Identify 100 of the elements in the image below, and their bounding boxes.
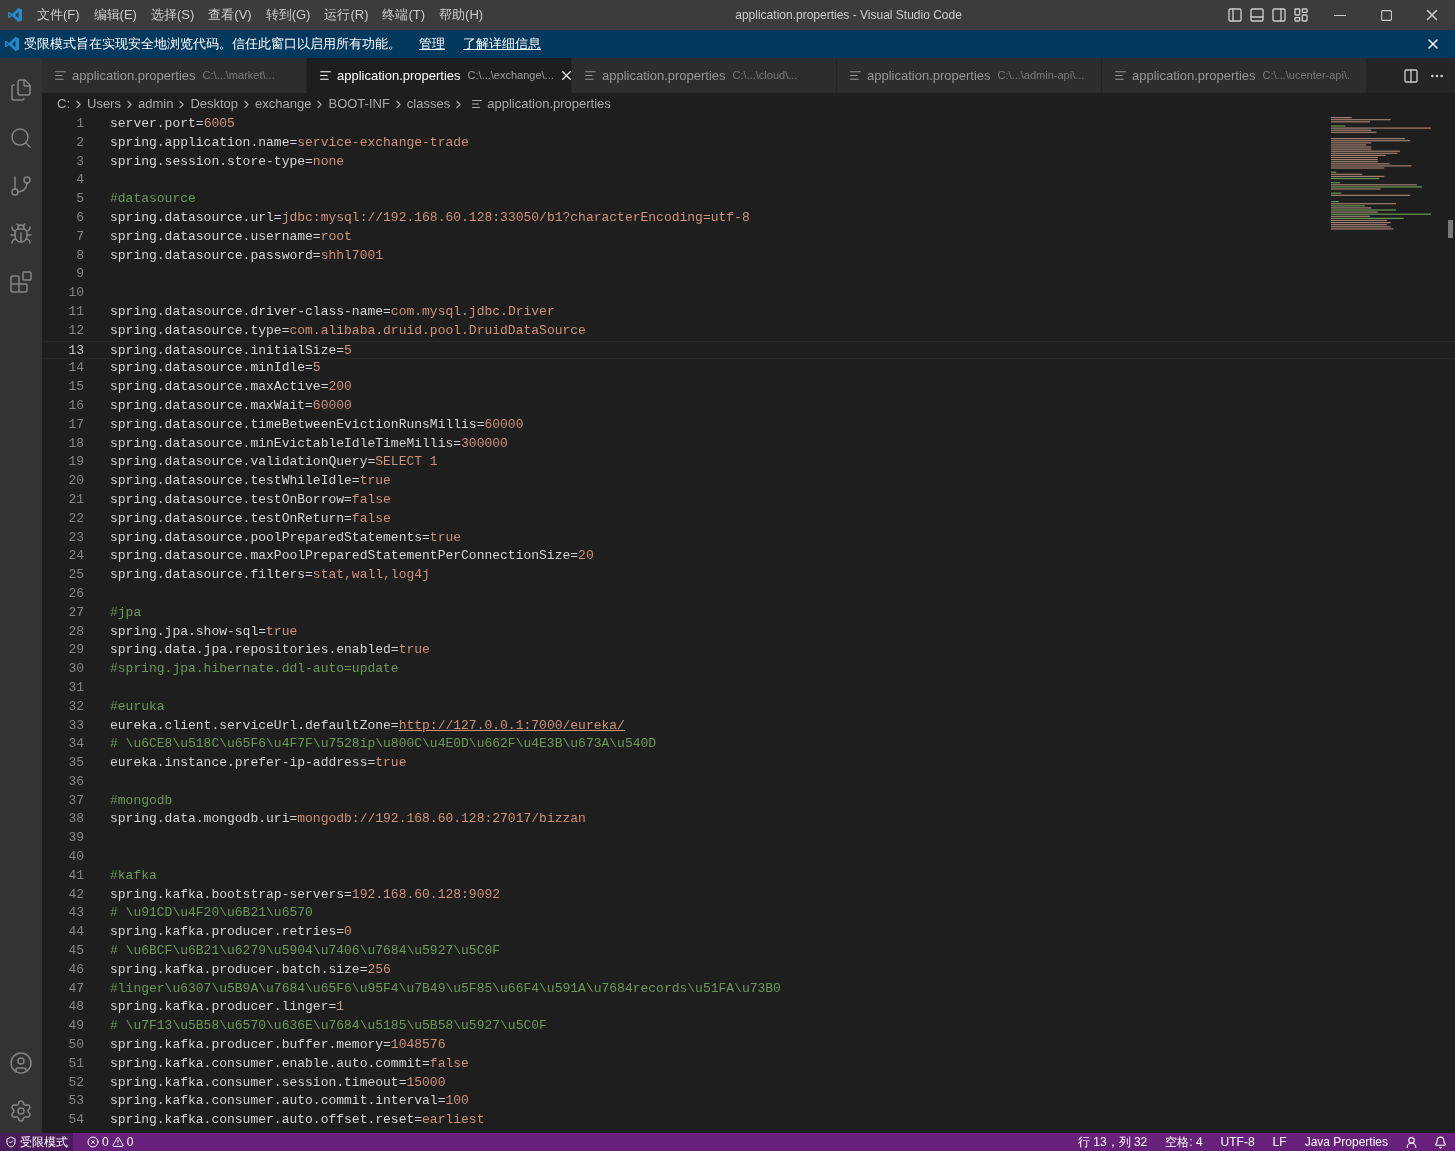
line-number: 49 — [67, 1017, 84, 1036]
line-number: 52 — [67, 1073, 84, 1092]
code-line: spring.datasource.minEvictableIdleTimeMillis=300000 — [110, 434, 508, 453]
code-line: spring.datasource.maxPoolPreparedStatementPerConnectionSize=20 — [110, 547, 594, 566]
line-number: 2 — [75, 133, 84, 152]
line-number: 29 — [67, 641, 84, 660]
line-number: 24 — [67, 547, 84, 566]
feedback-icon[interactable] — [1405, 1135, 1418, 1149]
code-comment: #linger\u6307\u5B9A\u7684\u65F6\u95F4\u7B49\u5F85\u66F4\u591A\u7684records\u51FA\u73B0 — [110, 979, 781, 998]
breadcrumb-item[interactable]: classes — [406, 94, 451, 114]
problems-indicator[interactable]: 0 0 — [73, 1133, 148, 1151]
file-icon — [1114, 69, 1127, 82]
line-number: 50 — [67, 1036, 84, 1055]
code-line: spring.kafka.consumer.session.timeout=15000 — [110, 1073, 446, 1092]
line-number: 43 — [67, 904, 84, 923]
banner-link[interactable]: 管理 — [419, 34, 445, 54]
line-number: 44 — [67, 923, 84, 942]
menu-item[interactable]: 文件(F) — [30, 5, 87, 25]
line-number: 3 — [75, 152, 84, 171]
status-item[interactable]: 空格: 4 — [1156, 1133, 1212, 1151]
status-item[interactable]: UTF-8 — [1211, 1133, 1264, 1151]
code-comment: #spring.jpa.hibernate.ddl-auto=update — [110, 660, 399, 679]
breadcrumb-item[interactable]: BOOT-INF — [328, 94, 390, 114]
line-number: 13 — [67, 341, 84, 359]
line-number: 34 — [67, 735, 84, 754]
line-number: 10 — [67, 284, 84, 303]
line-number: 37 — [67, 791, 84, 810]
line-number: 25 — [67, 566, 84, 585]
menu-item[interactable]: 运行(R) — [317, 5, 376, 25]
line-number: 7 — [75, 227, 84, 246]
line-number: 31 — [67, 678, 84, 697]
restricted-mode-indicator[interactable]: 受限模式 — [0, 1133, 73, 1151]
menu-item[interactable]: 查看(V) — [201, 5, 259, 25]
code-comment: #kafka — [110, 866, 157, 885]
code-comment: #jpa — [110, 603, 142, 622]
code-comment: #datasource — [110, 190, 196, 209]
code-line: spring.kafka.consumer.auto.commit.interval=100 — [110, 1092, 469, 1111]
line-number: 11 — [67, 302, 84, 321]
breadcrumb-item[interactable]: admin — [137, 94, 174, 114]
code-line: spring.kafka.producer.linger=1 — [110, 998, 345, 1017]
breadcrumb-item[interactable]: Desktop — [190, 94, 239, 114]
menu-item[interactable]: 编辑(E) — [86, 5, 144, 25]
menu-item[interactable]: 选择(S) — [143, 5, 202, 25]
line-number: 42 — [67, 885, 84, 904]
code-line: spring.data.jpa.repositories.enabled=true — [110, 641, 430, 660]
line-number: 22 — [67, 509, 84, 528]
menu-item[interactable]: 转到(G) — [258, 5, 318, 25]
status-item[interactable]: Java Properties — [1295, 1133, 1397, 1151]
editor-tab[interactable]: application.properties C:\...\market\... — [42, 58, 307, 93]
menu-item[interactable]: 终端(T) — [375, 5, 433, 25]
status-item[interactable]: 行 13，列 32 — [1068, 1133, 1157, 1151]
notifications-icon[interactable] — [1434, 1135, 1447, 1149]
breadcrumb-item[interactable]: Users — [87, 94, 121, 114]
code-line: spring.datasource.initialSize=5 — [110, 341, 352, 359]
line-number: 40 — [67, 848, 84, 867]
breadcrumb-item[interactable]: exchange — [255, 94, 312, 114]
layout-icon[interactable] — [1293, 7, 1309, 23]
banner-link[interactable]: 了解详细信息 — [463, 34, 541, 54]
editor-tab[interactable]: application.properties C:\...\admin-api\... — [837, 58, 1102, 93]
status-item[interactable]: LF — [1263, 1133, 1296, 1151]
editor-tab[interactable]: application.properties C:\...\exchange\... — [307, 58, 572, 93]
line-number: 36 — [67, 772, 84, 791]
code-line: server.port=6005 — [110, 115, 235, 133]
line-number: 20 — [67, 472, 84, 491]
banner-message: 受限模式旨在实现安全地浏览代码。信任此窗口以启用所有功能。 — [24, 35, 401, 54]
extensions-icon[interactable] — [9, 270, 33, 294]
code-line: spring.datasource.validationQuery=SELECT 1 — [110, 453, 438, 472]
line-number: 14 — [67, 359, 84, 378]
scrollbar[interactable] — [1448, 220, 1453, 238]
code-line: spring.jpa.show-sql=true — [110, 622, 298, 641]
code-line: spring.datasource.timeBetweenEvictionRunsMillis=60000 — [110, 415, 524, 434]
line-number: 51 — [67, 1054, 84, 1073]
code-line: spring.datasource.minIdle=5 — [110, 359, 321, 378]
run-debug-icon[interactable] — [9, 222, 33, 246]
code-comment: # \u91CD\u4F20\u6B21\u6570 — [110, 904, 313, 923]
editor-tab[interactable]: application.properties C:\...\ucenter-api\. — [1102, 58, 1367, 93]
code-line: spring.datasource.testOnReturn=false — [110, 509, 391, 528]
breadcrumb-item[interactable]: application.properties — [487, 94, 611, 114]
breadcrumb-item[interactable]: C: — [57, 94, 70, 114]
code-comment: #mongodb — [110, 791, 173, 810]
code-line: spring.kafka.bootstrap-servers=192.168.60.128:9092 — [110, 885, 501, 904]
search-icon[interactable] — [9, 126, 33, 150]
code-line: spring.kafka.producer.retries=0 — [110, 923, 352, 942]
minimize-icon — [1334, 14, 1346, 16]
code-line: spring.datasource.driver-class-name=com.mysql.jdbc.Driver — [110, 302, 555, 321]
line-number: 23 — [67, 528, 84, 547]
toggle-secondary-sidebar-icon[interactable] — [1271, 7, 1287, 23]
source-control-icon[interactable] — [9, 174, 33, 198]
line-number: 30 — [67, 660, 84, 679]
toggle-panel-icon[interactable] — [1249, 7, 1265, 23]
line-number: 17 — [67, 415, 84, 434]
url-link[interactable]: http://127.0.0.1:7000/eureka/ — [398, 716, 625, 736]
account-icon[interactable] — [9, 1051, 33, 1075]
explorer-icon[interactable] — [9, 78, 33, 102]
code-line: spring.kafka.consumer.auto.offset.reset=earliest — [110, 1111, 485, 1130]
menu-item[interactable]: 帮助(H) — [432, 5, 491, 25]
split-editor-icon[interactable] — [1403, 67, 1419, 84]
settings-icon[interactable] — [9, 1099, 33, 1123]
editor-tab[interactable]: application.properties C:\...\cloud\... — [572, 58, 837, 93]
toggle-sidebar-icon[interactable] — [1227, 7, 1243, 23]
